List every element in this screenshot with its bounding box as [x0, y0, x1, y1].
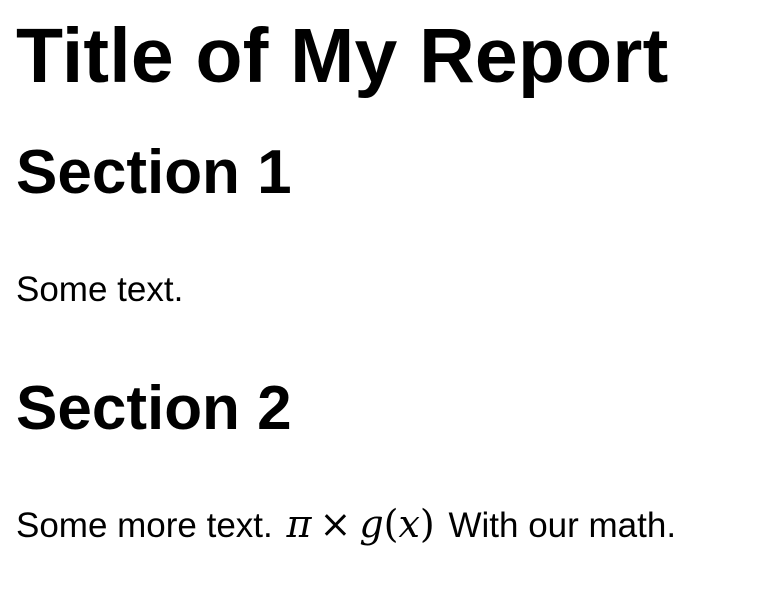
section-2-text-after-math: With our math.	[448, 506, 677, 545]
section-2-paragraph: Some more text. π × g(x) With our math.	[16, 502, 676, 548]
math-pi-symbol: π	[286, 502, 312, 546]
math-variable-x: x	[398, 502, 420, 546]
section-1-paragraph: Some text.	[16, 270, 184, 309]
section-1-heading: Section 1	[16, 138, 292, 207]
math-function-g: g	[359, 502, 384, 546]
section-2-text-before-math: Some more text.	[16, 506, 273, 545]
section-2-heading: Section 2	[16, 374, 292, 443]
math-open-paren: (	[383, 502, 399, 546]
math-times-operator: ×	[319, 502, 352, 546]
report-title: Title of My Report	[16, 13, 669, 99]
math-close-paren: )	[419, 502, 435, 546]
inline-math-expression: π × g(x)	[283, 502, 439, 546]
